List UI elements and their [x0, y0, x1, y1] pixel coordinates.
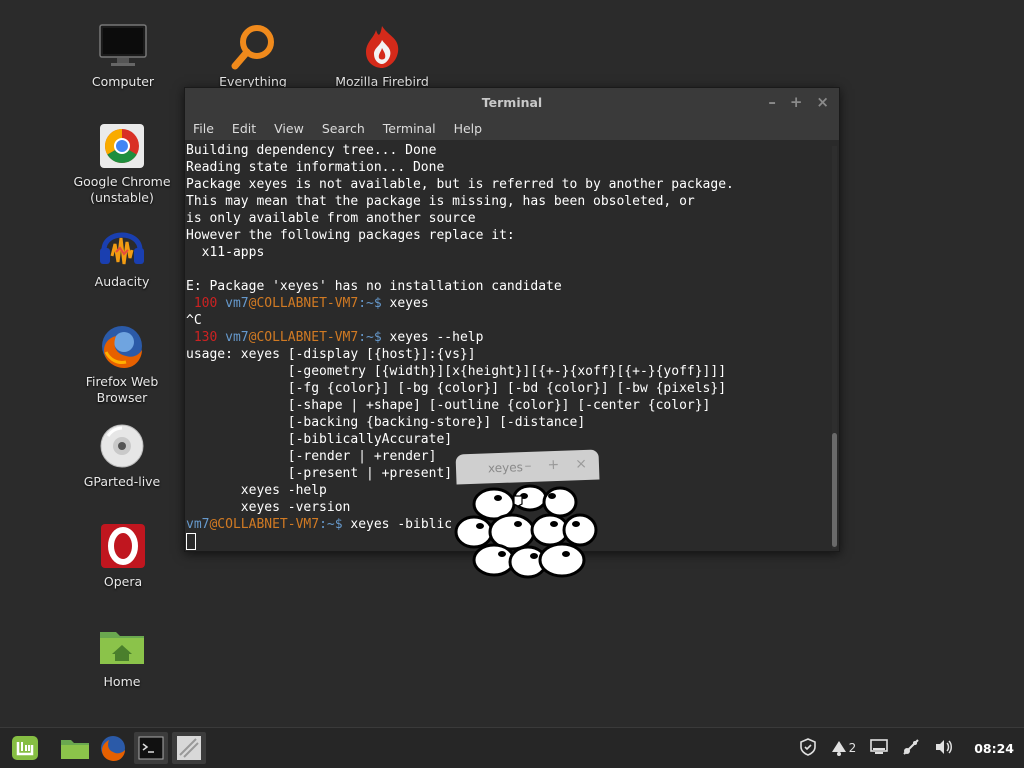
desktop-icon-firebird[interactable]: Mozilla Firebird: [327, 22, 437, 90]
exit-code: 100: [186, 296, 226, 311]
terminal-prompt-line: 100 vm7@COLLABNET-VM7:~$ xeyes: [186, 295, 829, 312]
desktop-icon-label: Audacity: [94, 274, 150, 289]
desktop-icon-label: Google Chrome (unstable): [73, 174, 171, 205]
terminal-line: [-geometry [{width}][x{height}][{+-}{xof…: [186, 364, 727, 379]
desktop-icon-label: Computer: [91, 74, 155, 89]
prompt-path: :~$: [319, 517, 343, 532]
desktop-icon-everything[interactable]: Everything: [198, 22, 308, 90]
terminal-line: [-shape | +shape] [-outline {color}] [-c…: [186, 398, 711, 413]
desktop-icon-label: Opera: [103, 574, 143, 589]
disc-icon: [98, 422, 146, 470]
terminal-line: ​: [186, 261, 829, 278]
firebird-icon: [358, 22, 406, 70]
desktop-icon-label: GParted-live: [83, 474, 161, 489]
terminal-scrollbar[interactable]: [832, 146, 837, 549]
prompt-user: vm7: [186, 517, 210, 532]
desktop-icon-computer[interactable]: Computer: [68, 22, 178, 90]
taskbar: 2 08:24: [0, 727, 1024, 768]
prompt-command: xeyes -biblic: [342, 517, 453, 532]
desktop-icon-firefox[interactable]: Firefox Web Browser: [67, 322, 177, 406]
mouse-pointer-icon: [513, 495, 523, 507]
scrollbar-thumb[interactable]: [832, 433, 837, 547]
close-button[interactable]: ×: [816, 93, 829, 111]
menu-search[interactable]: Search: [322, 121, 365, 136]
terminal-icon: [138, 736, 164, 760]
home-folder-icon: [98, 622, 146, 670]
maximize-button[interactable]: +: [790, 93, 803, 111]
terminal-line: E: Package 'xeyes' has no installation c…: [186, 279, 562, 294]
display-icon[interactable]: [870, 738, 889, 758]
menu-edit[interactable]: Edit: [232, 121, 256, 136]
prompt-host: @COLLABNET-VM7: [209, 517, 320, 532]
menu-help[interactable]: Help: [454, 121, 483, 136]
terminal-line: is only available from another source: [186, 211, 476, 226]
xeyes-maximize-button[interactable]: +: [547, 457, 559, 473]
terminal-line: This may mean that the package is missin…: [186, 194, 695, 209]
terminal-line: Reading state information... Done: [186, 160, 445, 175]
terminal-line: usage: xeyes [-display [{host}]:{vs}]: [186, 347, 476, 362]
prompt-path: :~$: [358, 330, 382, 345]
network-icon[interactable]: [902, 738, 920, 759]
terminal-line: ^C: [186, 313, 202, 328]
window-title: Terminal: [481, 94, 543, 110]
notification-icon: [831, 741, 846, 756]
desktop-icon-gparted[interactable]: GParted-live: [67, 422, 177, 490]
xeyes-minimize-button[interactable]: –: [524, 458, 532, 474]
xeyes-close-button[interactable]: ×: [575, 456, 587, 472]
terminal-titlebar[interactable]: Terminal – + ×: [185, 88, 839, 116]
taskbar-terminal-window[interactable]: [134, 732, 168, 764]
workspace-switcher[interactable]: 2: [831, 740, 857, 756]
menu-terminal[interactable]: Terminal: [383, 121, 436, 136]
desktop-icon-home[interactable]: Home: [67, 622, 177, 690]
prompt-path: :~$: [358, 296, 382, 311]
audacity-icon: [98, 222, 146, 270]
desktop-icon-label: Firefox Web Browser: [85, 374, 159, 405]
desktop-icon-opera[interactable]: Opera: [68, 522, 178, 590]
terminal-line: x11-apps: [186, 245, 265, 260]
exit-code: 130: [186, 330, 226, 345]
mint-menu-button[interactable]: [8, 732, 42, 764]
folder-icon: [61, 740, 89, 759]
xeyes-eyes-canvas[interactable]: [452, 484, 600, 580]
terminal-line: Package xeyes is not available, but is r…: [186, 177, 734, 192]
desktop-icon-label: Home: [103, 674, 141, 689]
volume-icon[interactable]: [934, 738, 954, 759]
prompt-command: xeyes --help: [381, 330, 484, 345]
mint-logo-icon: [12, 736, 38, 760]
terminal-menubar: File Edit View Search Terminal Help: [185, 116, 839, 140]
terminal-line: [-fg {color}] [-bg {color}] [-bd {color}…: [186, 381, 727, 396]
taskbar-firefox-launcher[interactable]: [96, 732, 130, 764]
prompt-host: @COLLABNET-VM7: [248, 296, 359, 311]
update-manager-icon[interactable]: [799, 737, 817, 759]
terminal-line: [-backing {backing-store}] [-distance]: [186, 415, 586, 430]
firefox-icon: [101, 736, 125, 761]
opera-icon: [99, 522, 147, 570]
desktop-icon-audacity[interactable]: Audacity: [67, 222, 177, 290]
workspace-count: 2: [848, 741, 857, 755]
clock[interactable]: 08:24: [974, 741, 1014, 756]
taskbar-files-launcher[interactable]: [58, 732, 92, 764]
prompt-user: vm7: [225, 330, 249, 345]
terminal-line: However the following packages replace i…: [186, 228, 515, 243]
minimize-button[interactable]: –: [768, 93, 776, 111]
chrome-icon: [98, 122, 146, 170]
prompt-command: xeyes: [381, 296, 429, 311]
text-cursor: [186, 533, 196, 550]
terminal-prompt-line: 130 vm7@COLLABNET-VM7:~$ xeyes --help: [186, 329, 829, 346]
search-icon: [229, 22, 277, 70]
xeyes-window-title: xeyes: [487, 460, 524, 476]
menu-view[interactable]: View: [274, 121, 304, 136]
terminal-line: Building dependency tree... Done: [186, 143, 437, 158]
xeyes-app-icon: [177, 736, 201, 760]
desktop-icon-chrome[interactable]: Google Chrome (unstable): [67, 122, 177, 206]
prompt-user: vm7: [225, 296, 249, 311]
prompt-host: @COLLABNET-VM7: [248, 330, 359, 345]
xeyes-titlebar[interactable]: xeyes – + ×: [455, 449, 600, 485]
taskbar-xeyes-window[interactable]: [172, 732, 206, 764]
menu-file[interactable]: File: [193, 121, 214, 136]
terminal-line: [-biblicallyAccurate]: [186, 432, 453, 447]
computer-icon: [99, 22, 147, 70]
system-tray: 2 08:24: [799, 728, 1014, 768]
firefox-icon: [98, 322, 146, 370]
